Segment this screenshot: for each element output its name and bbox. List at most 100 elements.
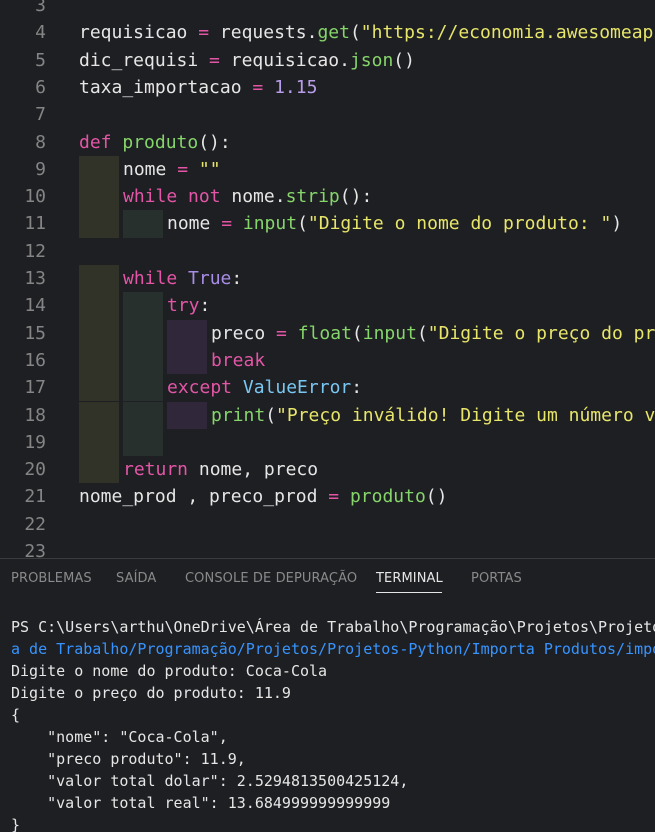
code-token: strip bbox=[285, 186, 340, 208]
indent-guide bbox=[123, 428, 163, 457]
terminal-output-line: } bbox=[11, 816, 21, 832]
indent-guide bbox=[79, 183, 119, 211]
indent-guide bbox=[167, 401, 207, 429]
code-line: 15 preco = float(input("Digite o preço do… bbox=[0, 319, 655, 347]
code-line: 11 nome = input("Digite o nome do produto… bbox=[0, 210, 655, 238]
code-token: try bbox=[167, 295, 200, 317]
line-number: 7 bbox=[35, 104, 46, 126]
code-text: while True: bbox=[123, 265, 242, 292]
terminal-output-line: Digite o nome do produto: Coca-Cola bbox=[11, 662, 328, 680]
code-editor[interactable]: 3 4 requisicao = requests.get("https://eco… bbox=[0, 0, 655, 558]
code-token: while bbox=[123, 186, 178, 208]
indent-guide bbox=[79, 346, 119, 375]
line-number: 13 bbox=[24, 268, 46, 289]
code-token: requests. bbox=[209, 22, 318, 44]
code-line: 17 except ValueError: bbox=[0, 374, 655, 402]
code-token: = bbox=[209, 49, 220, 71]
code-token: : bbox=[351, 377, 363, 399]
code-token: requisicao bbox=[79, 22, 199, 44]
tab-saida[interactable]: SAÍDA bbox=[116, 571, 156, 586]
code-text: nome_prod , preco_prod = produto() bbox=[79, 483, 447, 510]
code-token: () bbox=[393, 49, 415, 71]
code-token: produto bbox=[349, 486, 426, 508]
code-token: ( bbox=[349, 22, 361, 44]
code-line: 12 bbox=[0, 238, 655, 265]
terminal-prompt-line: PS C:\Users\arthu\OneDrive\Área de Traba… bbox=[11, 618, 655, 636]
line-number: 3 bbox=[35, 0, 46, 16]
line-number: 5 bbox=[35, 49, 46, 71]
indent-guide bbox=[123, 374, 163, 402]
line-number: 11 bbox=[24, 213, 46, 235]
code-token: "Digite o nome do produto: " bbox=[307, 213, 612, 235]
code-token: True bbox=[188, 268, 232, 289]
code-text: dic_requisi = requisicao.json() bbox=[79, 47, 415, 74]
indent-guide bbox=[123, 346, 163, 375]
code-line: 13 while True: bbox=[0, 265, 655, 293]
indent-guide bbox=[79, 401, 119, 429]
indent-guide bbox=[123, 319, 163, 347]
code-token: nome bbox=[167, 213, 222, 235]
code-token: ) bbox=[611, 213, 623, 235]
code-line: 9 nome = "" bbox=[0, 155, 655, 184]
code-token: return bbox=[123, 459, 189, 481]
code-token: "" bbox=[198, 158, 221, 180]
code-token: float bbox=[297, 322, 352, 344]
indent-guide bbox=[79, 456, 119, 484]
active-tab-indicator bbox=[376, 592, 442, 593]
indent-guide bbox=[123, 292, 163, 320]
line-number: 10 bbox=[24, 186, 46, 208]
line-number: 16 bbox=[24, 349, 46, 371]
code-text: print("Preço inválido! Digite um número … bbox=[211, 402, 655, 429]
code-token: = bbox=[328, 486, 340, 508]
tab-terminal[interactable]: TERMINAL bbox=[376, 571, 443, 586]
code-text: nome = "" bbox=[123, 156, 221, 183]
code-text: taxa_importacao = 1.15 bbox=[79, 74, 317, 101]
code-token: ( bbox=[416, 322, 428, 344]
line-number: 9 bbox=[35, 158, 46, 180]
line-number: 17 bbox=[24, 377, 46, 399]
code-token: break bbox=[211, 349, 266, 371]
code-token: taxa_importacao bbox=[79, 76, 253, 98]
tab-console-depuracao[interactable]: CONSOLE DE DEPURAÇÃO bbox=[185, 571, 357, 586]
code-token: = bbox=[177, 158, 189, 180]
indent-guide bbox=[79, 292, 119, 320]
code-line: 22 bbox=[0, 511, 655, 538]
terminal-output-line: "nome": "Coca-Cola", bbox=[11, 728, 228, 746]
code-line: 10 while not nome.strip(): bbox=[0, 183, 655, 211]
tab-portas[interactable]: PORTAS bbox=[471, 571, 522, 586]
code-token: "Digite o preço do pr bbox=[427, 322, 655, 344]
code-text: preco = float(input("Digite o preço do p… bbox=[211, 320, 655, 347]
terminal-output-line: "valor total dolar": 2.5294813500425124, bbox=[11, 772, 409, 790]
code-token: nome_prod , preco_prod bbox=[79, 486, 329, 508]
code-token: json bbox=[349, 49, 394, 71]
line-number: 20 bbox=[24, 459, 46, 481]
code-token: ( bbox=[265, 404, 277, 426]
code-token: ( bbox=[297, 213, 308, 235]
indent-guide bbox=[79, 319, 119, 347]
code-token: ValueError bbox=[242, 377, 352, 399]
indent-guide bbox=[79, 374, 119, 402]
code-token: print bbox=[211, 404, 266, 426]
terminal-path-link[interactable]: a de Trabalho/Programação/Projetos/Proje… bbox=[11, 638, 655, 660]
line-number: 6 bbox=[35, 76, 46, 98]
line-number: 21 bbox=[24, 486, 46, 508]
code-line: 14 try: bbox=[0, 292, 655, 320]
indent-guide bbox=[79, 265, 119, 293]
code-token: ( bbox=[351, 322, 363, 344]
line-number: 8 bbox=[35, 131, 46, 153]
code-text: nome = input("Digite o nome do produto: … bbox=[167, 210, 622, 237]
indent-guide bbox=[123, 210, 163, 238]
code-line: 20 return nome, preco bbox=[0, 456, 655, 484]
code-token: get bbox=[317, 22, 350, 44]
terminal-output-line: Digite o preço do produto: 11.9 bbox=[11, 684, 291, 702]
code-token: def bbox=[79, 131, 112, 153]
tab-problemas[interactable]: PROBLEMAS bbox=[11, 571, 92, 586]
line-number: 18 bbox=[24, 404, 46, 426]
line-number: 12 bbox=[24, 240, 46, 262]
code-token: "https://economia.awesomeapi bbox=[360, 22, 655, 44]
indent-guide bbox=[123, 401, 163, 429]
code-token: : bbox=[231, 268, 243, 289]
